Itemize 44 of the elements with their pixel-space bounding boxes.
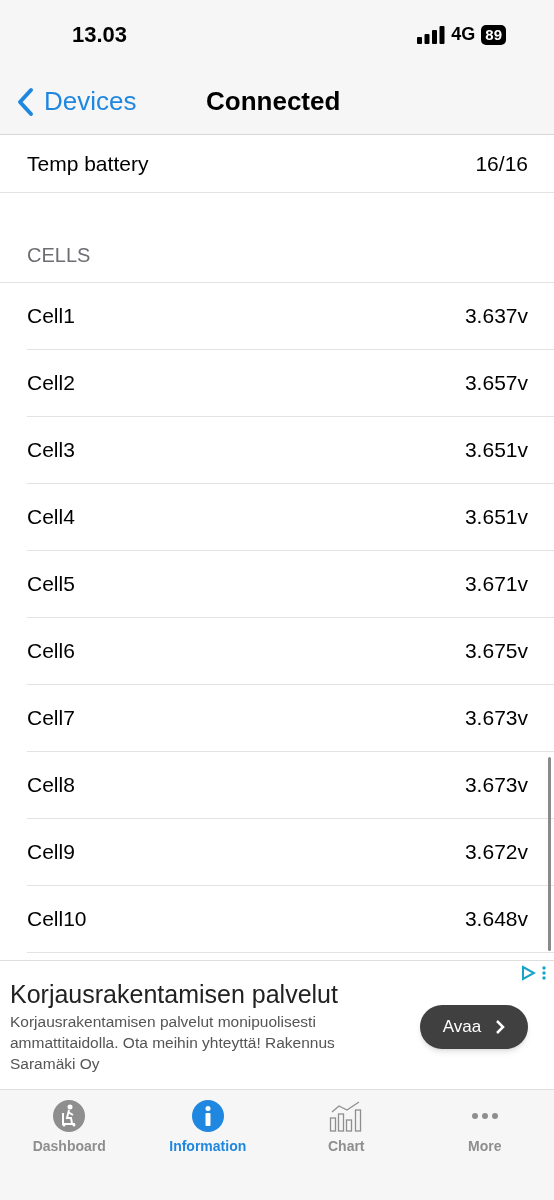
chart-icon: [329, 1100, 364, 1132]
tab[interactable]: Information: [138, 1100, 277, 1157]
cell-voltage: 3.671v: [464, 571, 528, 598]
cell-label: Cell8: [27, 772, 75, 799]
scooter-rider-icon: [53, 1100, 86, 1132]
cell-label: Cell7: [27, 705, 75, 732]
cell-voltage: 3.648v: [464, 906, 528, 933]
ad-text: Korjausrakentamisen palvelut monipuolisesti ammattitaidolla. Ota meihin yhteyttä! Rakennus Saramäki Oy: [10, 1012, 336, 1074]
cell-voltage: 3.651v: [464, 504, 528, 531]
battery-level: 89: [481, 24, 506, 45]
open-button[interactable]: Avaa: [420, 1005, 528, 1049]
chevron-icon: [495, 1019, 506, 1035]
cell-label: Cell9: [27, 839, 75, 866]
cell-voltage: 3.651v: [464, 437, 528, 464]
row-value: 16/16: [475, 150, 528, 177]
section-header: CELLS: [27, 243, 91, 268]
back-link[interactable]: Devices: [16, 82, 206, 122]
more-icon: [470, 1113, 499, 1119]
cell-label: Cell6: [27, 638, 75, 665]
tab[interactable]: Chart: [277, 1100, 416, 1157]
cell-voltage: 3.637v: [464, 303, 528, 330]
cell-voltage: 3.657v: [464, 370, 528, 397]
back-chevron-icon: [16, 86, 34, 117]
tab[interactable]: Dashboard: [0, 1100, 139, 1157]
cell-label: Cell2: [27, 370, 75, 397]
screen-title: Connected: [206, 85, 341, 119]
row-label: Temp battery: [27, 150, 149, 177]
more-options-icon[interactable]: [542, 966, 546, 980]
cell-voltage: 3.672v: [464, 839, 528, 866]
cell-label: Cell3: [27, 437, 75, 464]
network-type: 4G: [451, 23, 476, 47]
tab[interactable]: More: [415, 1100, 554, 1157]
info-icon: [191, 1100, 224, 1132]
cell-label: Cell10: [27, 906, 87, 933]
cell-label: Cell4: [27, 504, 75, 531]
cell-label: Cell1: [27, 303, 75, 330]
cell-voltage: 3.673v: [464, 772, 528, 799]
signal-icon: [417, 25, 446, 44]
cell-voltage: 3.675v: [464, 638, 528, 665]
ad-title: Korjausrakentamisen palvelut: [10, 979, 339, 1009]
ad-choices-icon[interactable]: [520, 965, 536, 981]
cell-label: Cell5: [27, 571, 75, 598]
cell-voltage: 3.673v: [464, 705, 528, 732]
status-time: 13.03: [72, 21, 128, 50]
